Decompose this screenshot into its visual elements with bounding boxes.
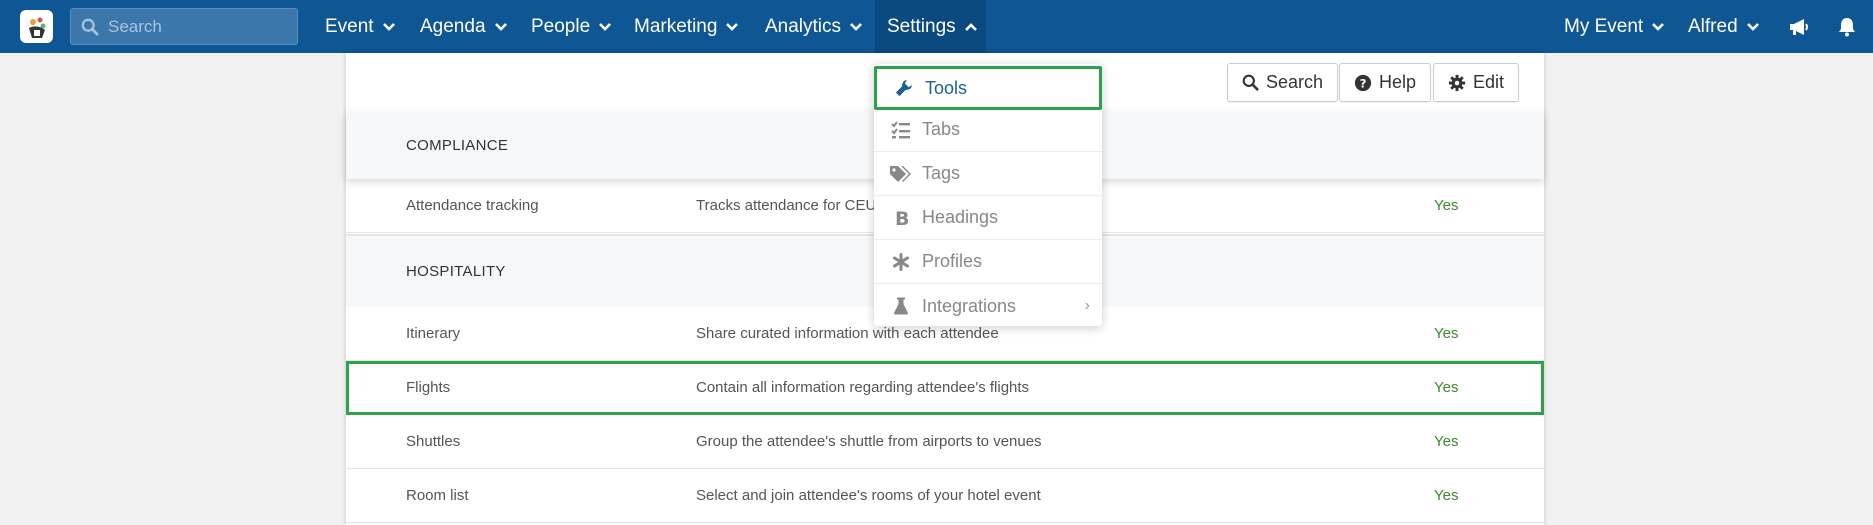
bell-icon[interactable] — [1832, 0, 1862, 53]
nav-menu-event[interactable]: Event — [325, 0, 396, 53]
global-search[interactable] — [70, 8, 298, 45]
nav-menu-label: Event — [325, 15, 374, 37]
nav-menu-label: My Event — [1564, 15, 1644, 37]
menu-item-headings[interactable]: B Headings — [874, 196, 1102, 240]
menu-item-tags[interactable]: Tags — [874, 152, 1102, 196]
row-name: Attendance tracking — [406, 197, 539, 214]
menu-item-label: Headings — [922, 207, 999, 227]
search-icon — [81, 18, 99, 36]
nav-menu-label: Settings — [887, 15, 956, 37]
app-logo[interactable] — [20, 10, 53, 43]
nav-menu-marketing[interactable]: Marketing — [634, 0, 739, 53]
bold-icon: B — [886, 209, 916, 227]
row-status: Yes — [1434, 325, 1459, 342]
top-navbar: Event Agenda People Marketing Analytics … — [0, 0, 1873, 53]
row-name: Flights — [406, 379, 451, 396]
section-title: COMPLIANCE — [406, 136, 509, 154]
nav-menu-agenda[interactable]: Agenda — [420, 0, 508, 53]
edit-button[interactable]: Edit — [1433, 63, 1520, 102]
chevron-down-icon — [1746, 22, 1760, 32]
nav-menu-my-event[interactable]: My Event — [1564, 0, 1665, 53]
chevron-down-icon — [494, 22, 508, 32]
menu-item-label: Tags — [922, 163, 961, 183]
help-button-label: Help — [1379, 72, 1417, 92]
flask-icon — [886, 297, 916, 315]
chevron-down-icon — [849, 22, 863, 32]
menu-item-tabs[interactable]: Tabs — [874, 108, 1102, 152]
row-status: Yes — [1434, 487, 1459, 504]
chevron-down-icon — [725, 22, 739, 32]
menu-item-profiles[interactable]: Profiles — [874, 240, 1102, 284]
row-description: Group the attendee's shuttle from airpor… — [696, 433, 1042, 450]
section-title: HOSPITALITY — [406, 263, 506, 280]
list-check-icon — [886, 120, 916, 139]
nav-menu-user[interactable]: Alfred — [1688, 0, 1760, 53]
nav-menu-settings[interactable]: Settings — [875, 0, 986, 53]
row-description: Select and join attendee's rooms of your… — [696, 487, 1041, 504]
menu-item-label: Tools — [925, 77, 968, 98]
row-status: Yes — [1434, 379, 1459, 396]
row-status: Yes — [1434, 197, 1459, 214]
nav-menu-label: Marketing — [634, 15, 718, 37]
svg-text:B: B — [895, 209, 909, 227]
row-name: Itinerary — [406, 325, 461, 342]
row-name: Shuttles — [406, 433, 461, 450]
row-status: Yes — [1434, 433, 1459, 450]
nav-menu-label: Alfred — [1688, 15, 1738, 37]
nav-menu-analytics[interactable]: Analytics — [765, 0, 863, 53]
nav-menu-people[interactable]: People — [531, 0, 612, 53]
search-button-label: Search — [1266, 72, 1324, 92]
nav-menu-label: Analytics — [765, 15, 842, 37]
wrench-icon — [889, 79, 919, 97]
menu-item-tools[interactable]: Tools — [874, 66, 1102, 110]
menu-item-label: Profiles — [922, 251, 983, 271]
chevron-up-icon — [964, 22, 978, 32]
nav-menu-label: Agenda — [420, 15, 486, 37]
tags-icon — [886, 165, 916, 183]
table-row[interactable]: Shuttles Group the attendee's shuttle fr… — [346, 415, 1544, 469]
chevron-down-icon — [382, 22, 396, 32]
help-icon: ? — [1354, 74, 1372, 91]
table-row-flights[interactable]: Flights Contain all information regardin… — [346, 361, 1544, 415]
search-icon — [1242, 74, 1259, 91]
chevron-right-icon: › — [1084, 297, 1090, 314]
edit-button-label: Edit — [1473, 72, 1505, 92]
chevron-down-icon — [1651, 22, 1665, 32]
menu-item-integrations[interactable]: Integrations › — [874, 284, 1102, 328]
asterisk-icon — [886, 252, 916, 271]
search-input[interactable] — [108, 16, 278, 37]
nav-menu-label: People — [531, 15, 591, 37]
megaphone-icon[interactable] — [1784, 0, 1814, 53]
svg-text:?: ? — [1360, 76, 1367, 90]
help-button[interactable]: ? Help — [1339, 63, 1432, 102]
logo-icon — [28, 17, 45, 38]
settings-dropdown-menu: Tools Tabs Tags B Headings Profiles Inte… — [874, 64, 1102, 326]
menu-item-label: Integrations — [922, 295, 1017, 316]
chevron-down-icon — [598, 22, 612, 32]
row-name: Room list — [406, 487, 469, 504]
gear-icon — [1448, 74, 1466, 91]
row-description: Tracks attendance for CEU — [696, 197, 877, 214]
menu-item-label: Tabs — [922, 119, 961, 139]
table-row[interactable]: Room list Select and join attendee's roo… — [346, 469, 1544, 523]
search-button[interactable]: Search — [1227, 63, 1339, 102]
row-description: Contain all information regarding attend… — [696, 379, 1030, 396]
